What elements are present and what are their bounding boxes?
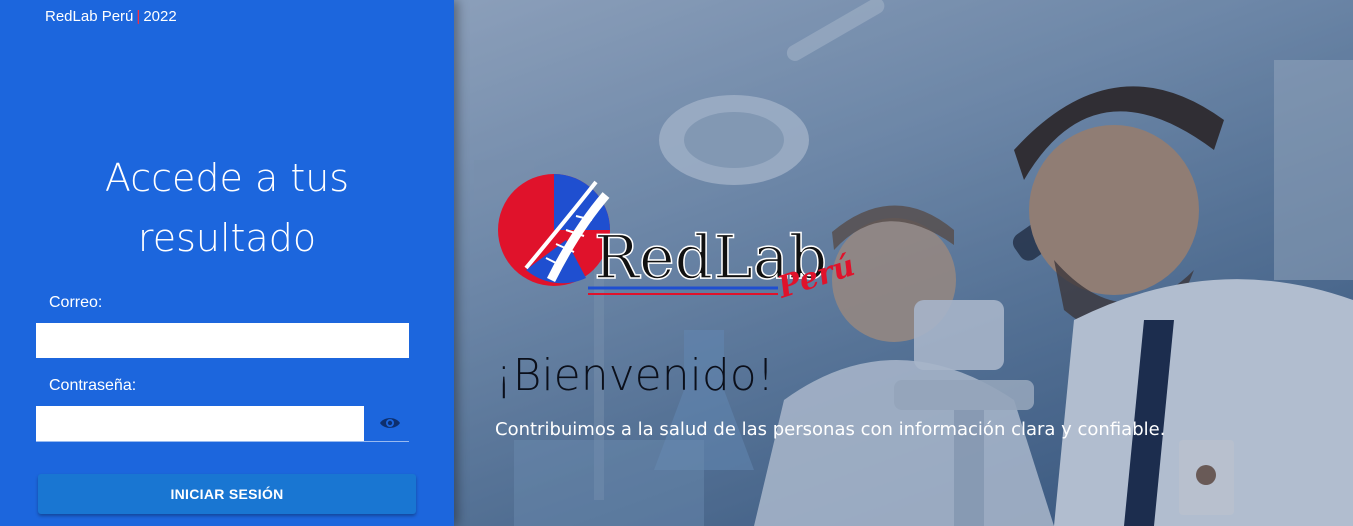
password-field[interactable] — [36, 406, 364, 441]
password-label: Contraseña: — [49, 377, 137, 394]
password-underline — [36, 441, 409, 442]
tagline: Contribuimos a la salud de las personas … — [495, 419, 1166, 440]
brand-year: 2022 — [143, 8, 177, 25]
login-title-line1: Accede a tus — [104, 156, 350, 200]
login-button[interactable]: INICIAR SESIÓN — [38, 474, 416, 514]
brand-name: RedLab Perú — [45, 8, 134, 25]
email-label: Correo: — [49, 294, 103, 311]
visibility-icon[interactable] — [378, 413, 402, 433]
hero-section: RedLab Perú ¡Bienvenido! Contribuimos a … — [454, 0, 1353, 526]
login-panel: RedLab Perú | 2022 Accede a tus resultado … — [0, 0, 454, 526]
brand-header: RedLab Perú | 2022 — [45, 8, 177, 25]
login-title: Accede a tus resultado — [0, 148, 454, 268]
redlab-logo: RedLab Perú — [498, 174, 859, 306]
login-title-line2: resultado — [137, 216, 317, 260]
email-field[interactable] — [36, 323, 409, 358]
welcome-heading: ¡Bienvenido! — [495, 350, 775, 401]
brand-separator: | — [136, 8, 141, 25]
